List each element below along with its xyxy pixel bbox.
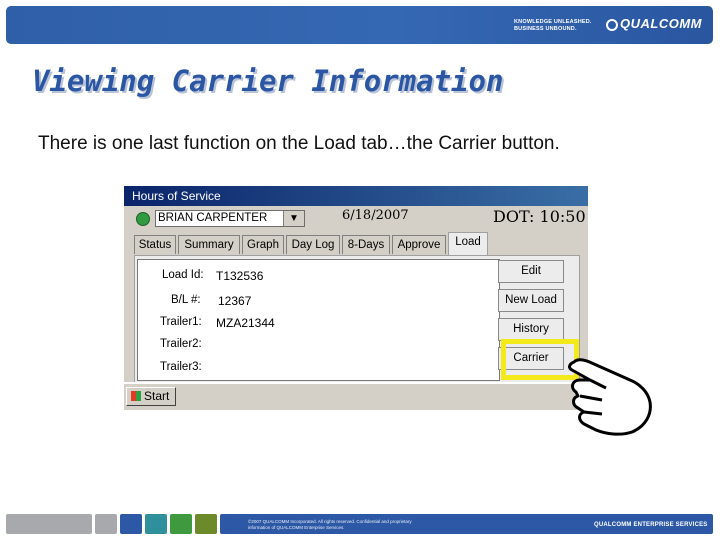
tab-summary[interactable]: Summary [178,235,240,254]
footer-segment [6,514,92,534]
footer-segment [95,514,117,534]
load-id-label: Load Id: [162,269,204,281]
status-indicator-icon [136,212,150,226]
footer-segment [195,514,217,534]
taskbar: Start [124,382,588,410]
footer-legal: ©2007 QUALCOMM Incorporated. All rights … [248,519,412,530]
footer-segment [145,514,167,534]
load-id-value: T132536 [216,269,264,283]
current-date: 6/18/2007 [342,208,409,223]
history-button[interactable]: History [498,318,564,341]
dot-clock: DOT: 10:50 [493,207,586,226]
new-load-button[interactable]: New Load [498,289,564,312]
tab-approve[interactable]: Approve [392,235,446,254]
tagline: KNOWLEDGE UNLEASHED. BUSINESS UNBOUND. [514,19,592,32]
trailer1-value: MZA21344 [216,316,275,330]
bl-value: 12367 [218,294,252,308]
app-title-bar: Hours of Service [124,186,588,206]
driver-name: BRIAN CARPENTER [158,212,268,224]
header-banner: KNOWLEDGE UNLEASHED. BUSINESS UNBOUND. Q… [6,6,713,44]
bl-label: B/L #: [171,294,201,306]
footer-brand: QUALCOMM ENTERPRISE SERVICES [594,522,708,528]
tab-status[interactable]: Status [134,235,176,254]
tab-graph[interactable]: Graph [242,235,284,254]
trailer1-label: Trailer1: [160,316,202,328]
edit-button[interactable]: Edit [498,260,564,283]
app-title: Hours of Service [132,189,221,203]
slide-subtitle: There is one last function on the Load t… [38,133,560,154]
start-button[interactable]: Start [126,387,176,406]
logo-q-icon [606,18,618,31]
trailer3-label: Trailer3: [160,361,202,373]
tab-8-days[interactable]: 8-Days [342,235,390,254]
driver-select[interactable]: BRIAN CARPENTER ▼ [155,210,305,227]
pointing-hand-icon [568,358,652,436]
tab-day-log[interactable]: Day Log [286,235,340,254]
qualcomm-logo: QUALCOMM [606,16,702,31]
load-fields: Load Id: T132536 B/L #: 12367 Trailer1: … [137,259,500,381]
slide-title: Viewing Carrier Information [32,64,504,98]
dropdown-arrow-icon[interactable]: ▼ [283,211,304,226]
footer-segment [170,514,192,534]
windows-flag-icon [131,391,141,401]
tab-load[interactable]: Load [448,232,488,255]
trailer2-label: Trailer2: [160,338,202,350]
footer-segment [120,514,142,534]
